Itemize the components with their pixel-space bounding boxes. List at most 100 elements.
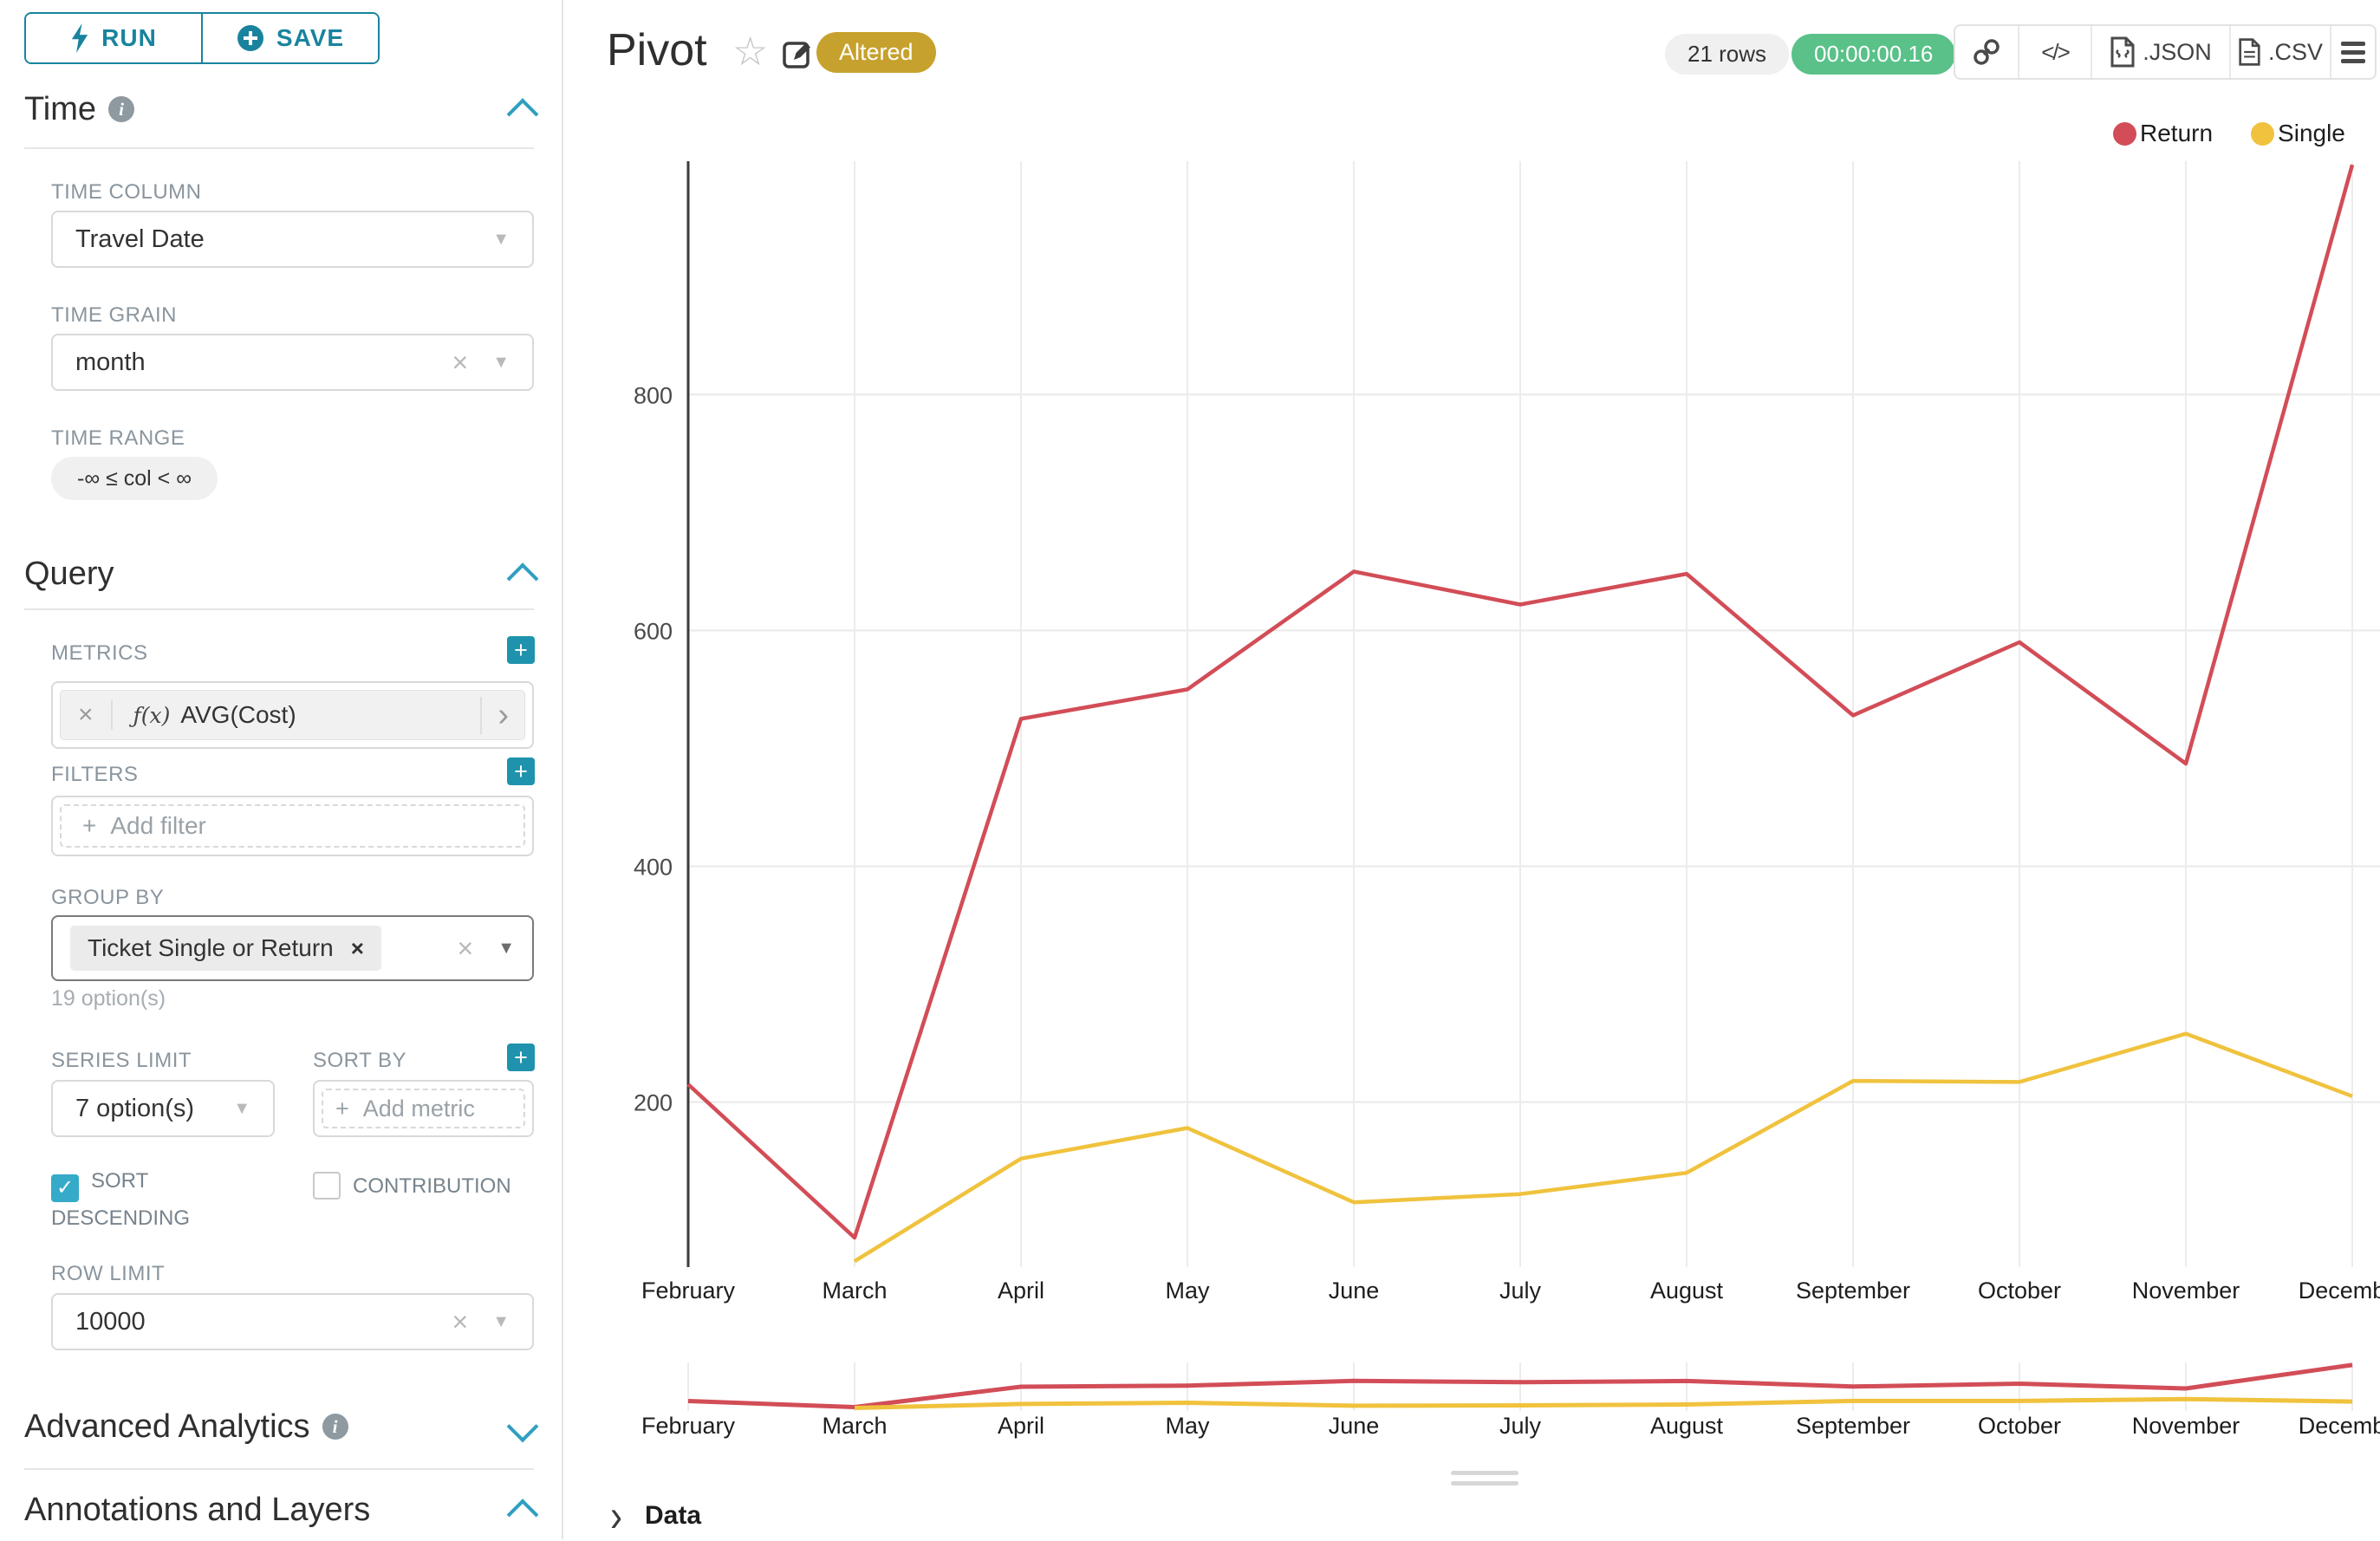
chart-svg: 200400600800FebruaryMarchAprilMayJuneJul… bbox=[563, 113, 2380, 1465]
svg-text:October: October bbox=[1978, 1413, 2061, 1439]
row-count-badge: 21 rows bbox=[1665, 34, 1789, 75]
save-button-label: SAVE bbox=[276, 24, 344, 52]
svg-text:March: March bbox=[822, 1413, 887, 1439]
clear-icon[interactable]: × bbox=[452, 348, 469, 376]
altered-badge[interactable]: Altered bbox=[816, 32, 936, 73]
data-panel-title: Data bbox=[645, 1501, 701, 1531]
query-section-header: Query bbox=[24, 551, 534, 596]
export-toolbar: </> .JSON .CSV bbox=[1954, 24, 2377, 80]
time-grain-select[interactable]: month × ▼ bbox=[51, 334, 534, 391]
altered-badge-label: Altered bbox=[839, 39, 914, 66]
resize-drag-handle[interactable] bbox=[1451, 1471, 1518, 1492]
add-filter-plus-button[interactable]: + bbox=[507, 757, 535, 785]
run-button-label: RUN bbox=[101, 24, 157, 52]
check-icon: ✓ bbox=[56, 1176, 74, 1200]
add-metric-label: Add metric bbox=[363, 1096, 475, 1122]
collapse-chevron-up-icon[interactable] bbox=[507, 562, 539, 595]
time-section-header: Time i bbox=[24, 87, 534, 132]
contribution-control: CONTRIBUTION bbox=[313, 1170, 538, 1202]
chart-title: Pivot bbox=[607, 24, 707, 76]
clear-icon[interactable]: × bbox=[458, 934, 474, 962]
series-limit-value: 7 option(s) bbox=[75, 1095, 194, 1123]
time-range-chip[interactable]: -∞ ≤ col < ∞ bbox=[51, 457, 218, 500]
export-csv-button[interactable]: .CSV bbox=[2231, 26, 2331, 78]
svg-text:May: May bbox=[1165, 1413, 1210, 1439]
add-sort-plus-button[interactable]: + bbox=[507, 1044, 535, 1071]
time-section-title: Time bbox=[24, 91, 96, 128]
annotations-header: Annotations and Layers bbox=[24, 1487, 534, 1532]
divider bbox=[24, 1468, 534, 1470]
plus-icon: + bbox=[514, 637, 528, 664]
filters-label: FILTERS bbox=[51, 763, 138, 787]
collapse-chevron-up-icon[interactable] bbox=[507, 98, 539, 130]
sort-descending-control: ✓SORT DESCENDING bbox=[51, 1165, 242, 1234]
time-column-label: TIME COLUMN bbox=[51, 180, 202, 205]
query-duration-badge: 00:00:00.16 bbox=[1792, 34, 1955, 75]
expand-metric-icon[interactable]: › bbox=[480, 697, 524, 734]
info-icon[interactable]: i bbox=[108, 96, 134, 122]
lightning-icon bbox=[70, 23, 89, 53]
plus-icon: + bbox=[514, 1044, 528, 1071]
save-button[interactable]: SAVE bbox=[203, 14, 378, 62]
collapse-chevron-up-icon[interactable] bbox=[507, 1499, 539, 1531]
expand-chevron-right-icon: › bbox=[610, 1493, 622, 1539]
advanced-analytics-title: Advanced Analytics bbox=[24, 1408, 310, 1446]
line-chart[interactable]: 200400600800FebruaryMarchAprilMayJuneJul… bbox=[563, 113, 2380, 1465]
favorite-star-icon[interactable]: ☆ bbox=[732, 28, 768, 75]
svg-text:800: 800 bbox=[634, 382, 673, 408]
svg-text:November: November bbox=[2132, 1278, 2240, 1304]
series-limit-select[interactable]: 7 option(s) ▼ bbox=[51, 1080, 275, 1137]
svg-text:July: July bbox=[1499, 1278, 1542, 1304]
contribution-checkbox[interactable] bbox=[313, 1172, 341, 1200]
embed-code-button[interactable]: </> bbox=[2019, 26, 2092, 78]
svg-text:March: March bbox=[822, 1278, 887, 1304]
group-by-select[interactable]: Ticket Single or Return × × ▼ bbox=[51, 915, 534, 981]
metrics-box: × ƒ(x) AVG(Cost) › bbox=[51, 681, 534, 749]
time-grain-value: month bbox=[75, 348, 146, 377]
svg-text:May: May bbox=[1165, 1278, 1210, 1304]
remove-metric-icon[interactable]: × bbox=[61, 700, 113, 730]
group-by-chip[interactable]: Ticket Single or Return × bbox=[70, 926, 381, 971]
more-options-menu-button[interactable] bbox=[2331, 26, 2375, 78]
time-column-select[interactable]: Travel Date ▼ bbox=[51, 211, 534, 268]
group-by-label: GROUP BY bbox=[51, 886, 164, 910]
clear-icon[interactable]: × bbox=[452, 1308, 469, 1336]
sort-descending-checkbox[interactable]: ✓ bbox=[51, 1174, 79, 1202]
json-button-label: .JSON bbox=[2143, 39, 2212, 66]
json-file-icon bbox=[2110, 36, 2136, 68]
svg-text:June: June bbox=[1329, 1278, 1380, 1304]
divider bbox=[24, 608, 534, 610]
edit-title-icon[interactable] bbox=[783, 38, 814, 69]
csv-button-label: .CSV bbox=[2268, 39, 2323, 66]
add-filter-button[interactable]: + Add filter bbox=[60, 804, 525, 848]
metric-chip[interactable]: × ƒ(x) AVG(Cost) › bbox=[60, 690, 525, 740]
fx-icon: ƒ(x) bbox=[133, 703, 171, 728]
row-limit-select[interactable]: 10000 × ▼ bbox=[51, 1293, 534, 1350]
svg-text:November: November bbox=[2132, 1413, 2240, 1439]
link-icon bbox=[1972, 37, 2001, 67]
data-panel-header[interactable]: › Data bbox=[610, 1498, 701, 1534]
svg-text:April: April bbox=[998, 1413, 1044, 1439]
svg-text:February: February bbox=[641, 1278, 736, 1304]
add-metric-plus-button[interactable]: + bbox=[507, 636, 535, 664]
run-button[interactable]: RUN bbox=[26, 14, 203, 62]
add-metric-button[interactable]: + Add metric bbox=[322, 1089, 525, 1128]
caret-down-icon: ▼ bbox=[233, 1099, 250, 1119]
svg-text:October: October bbox=[1978, 1278, 2061, 1304]
sort-by-label: SORT BY bbox=[313, 1049, 406, 1073]
remove-chip-icon[interactable]: × bbox=[351, 935, 364, 962]
svg-text:August: August bbox=[1650, 1278, 1724, 1304]
svg-text:200: 200 bbox=[634, 1090, 673, 1116]
expand-chevron-down-icon[interactable] bbox=[507, 1411, 539, 1443]
run-save-button-group: RUN SAVE bbox=[24, 12, 380, 64]
export-json-button[interactable]: .JSON bbox=[2092, 26, 2231, 78]
series-limit-label: SERIES LIMIT bbox=[51, 1049, 192, 1073]
copy-link-button[interactable] bbox=[1955, 26, 2019, 78]
plus-icon: + bbox=[514, 758, 528, 785]
metric-chip-label: AVG(Cost) bbox=[180, 701, 296, 729]
svg-text:June: June bbox=[1329, 1413, 1380, 1439]
caret-down-icon: ▼ bbox=[492, 1312, 510, 1332]
info-icon[interactable]: i bbox=[322, 1414, 348, 1440]
svg-text:September: September bbox=[1796, 1278, 1910, 1304]
caret-down-icon: ▼ bbox=[492, 353, 510, 373]
